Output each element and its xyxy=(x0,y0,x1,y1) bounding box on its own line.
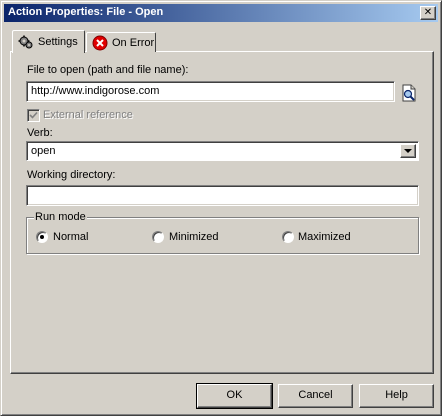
window-title: Action Properties: File - Open xyxy=(8,6,164,18)
title-bar[interactable]: Action Properties: File - Open ✕ xyxy=(4,4,438,22)
radio-minimized[interactable] xyxy=(152,231,164,243)
file-to-open-label: File to open (path and file name): xyxy=(27,64,189,76)
error-icon xyxy=(92,35,108,50)
external-reference-checkbox[interactable] xyxy=(27,109,40,122)
tab-label: On Error xyxy=(112,36,155,49)
verb-select[interactable]: open xyxy=(26,141,419,161)
chevron-down-icon[interactable] xyxy=(400,144,416,158)
radio-maximized[interactable] xyxy=(282,231,294,243)
working-directory-label: Working directory: xyxy=(27,169,116,181)
radio-maximized-label[interactable]: Maximized xyxy=(298,231,351,243)
dialog-window: Action Properties: File - Open ✕ On Erro… xyxy=(0,0,442,416)
verb-selected-value: open xyxy=(31,145,56,157)
radio-minimized-label[interactable]: Minimized xyxy=(169,231,219,243)
tab-settings[interactable]: Settings xyxy=(12,30,85,53)
file-path-value: http://www.indigorose.com xyxy=(31,85,160,97)
radio-normal-label[interactable]: Normal xyxy=(53,231,88,243)
browse-button[interactable] xyxy=(399,83,419,103)
radio-selected-dot xyxy=(40,235,44,239)
checkmark-icon xyxy=(29,111,38,119)
close-button[interactable]: ✕ xyxy=(420,6,436,20)
tab-label: Settings xyxy=(38,36,78,48)
file-path-input[interactable]: http://www.indigorose.com xyxy=(26,81,395,102)
verb-label: Verb: xyxy=(27,127,53,139)
gear-icon xyxy=(18,35,33,49)
close-icon: ✕ xyxy=(423,7,433,18)
external-reference-label: External reference xyxy=(43,109,133,121)
ok-button[interactable]: OK xyxy=(196,383,273,409)
working-directory-input[interactable] xyxy=(26,185,419,206)
browse-icon xyxy=(402,84,416,102)
cancel-button[interactable]: Cancel xyxy=(278,384,353,408)
run-mode-legend: Run mode xyxy=(34,211,87,223)
tab-on-error[interactable]: On Error xyxy=(86,32,156,52)
radio-normal[interactable] xyxy=(36,231,48,243)
help-button[interactable]: Help xyxy=(359,384,434,408)
